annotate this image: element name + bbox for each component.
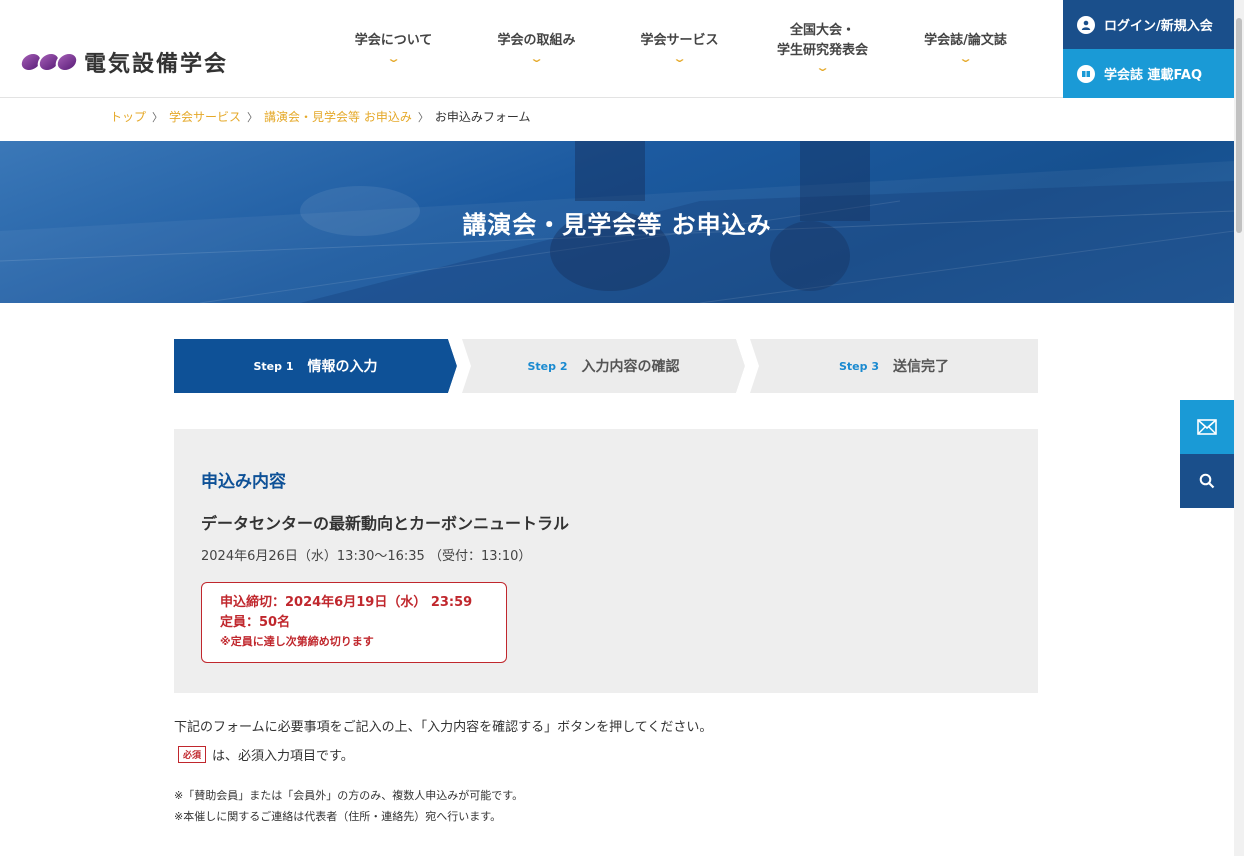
step-3: Step 3 送信完了 (750, 339, 1038, 393)
section-heading: 申込み内容 (201, 472, 286, 492)
step-label: 情報の入力 (307, 359, 378, 375)
event-title: データセンターの最新動向とカーボンニュートラル (201, 514, 570, 533)
nav-item-initiatives[interactable]: 学会の取組み ⌄ (465, 0, 608, 98)
step-number: Step 2 (527, 359, 568, 373)
chevron-down-icon: ⌄ (958, 51, 973, 65)
nav-item-journal[interactable]: 学会誌/論文誌 ⌄ (894, 0, 1037, 98)
hero-banner: 講演会・見学会等 お申込み (0, 141, 1234, 303)
nav-item-about[interactable]: 学会について ⌄ (322, 0, 465, 98)
chevron-right-icon: 〉 (247, 110, 259, 124)
chevron-down-icon: ⌄ (672, 51, 687, 65)
step-number: Step 3 (839, 359, 879, 373)
capacity-text: 定員：50名 (220, 615, 291, 630)
nav-item-label: 学会について (354, 33, 433, 48)
deadline-box: 申込締切：2024年6月19日（水） 23:59 定員：50名 ※定員に達し次第… (201, 582, 507, 663)
search-icon (1199, 473, 1215, 489)
step-label: 送信完了 (893, 359, 949, 375)
application-summary: 申込み内容 データセンターの最新動向とカーボンニュートラル 2024年6月26日… (174, 429, 1038, 693)
form-instructions: 下記のフォームに必要事項をご記入の上、「入力内容を確認する」ボタンを押してくださ… (174, 720, 713, 735)
faq-label: 学会誌 連載FAQ (1104, 68, 1203, 83)
nav-item-label-line2: 学生研究発表会 (776, 42, 868, 58)
breadcrumb-link-lectures[interactable]: 講演会・見学会等 お申込み (264, 108, 412, 125)
page-title: 講演会・見学会等 お申込み (462, 210, 772, 239)
deadline-text: 申込締切：2024年6月19日（水） 23:59 (220, 595, 473, 610)
faq-button[interactable]: 学会誌 連載FAQ (1063, 49, 1234, 98)
nav-item-label-line1: 全国大会・ (789, 23, 855, 39)
login-label: ログイン/新規入会 (1104, 19, 1213, 34)
book-icon (1077, 64, 1095, 83)
logo-mark-icon (17, 52, 81, 72)
scrollbar-thumb[interactable] (1236, 18, 1242, 233)
step-number: Step 1 (253, 359, 294, 373)
logo-text: 電気設備学会 (84, 52, 229, 77)
search-button[interactable] (1180, 454, 1234, 508)
nav-item-conference[interactable]: 全国大会・ 学生研究発表会 ⌄ (751, 0, 894, 98)
mail-icon (1197, 419, 1217, 435)
breadcrumb: トップ 〉 学会サービス 〉 講演会・見学会等 お申込み 〉 お申込みフォーム (110, 108, 531, 125)
page-scrollbar[interactable] (1234, 0, 1244, 856)
breadcrumb-link-services[interactable]: 学会サービス (169, 108, 241, 125)
main-nav: 学会について ⌄ 学会の取組み ⌄ 学会サービス ⌄ 全国大会・ 学生研究発表会… (322, 0, 1037, 98)
nav-item-label: 学会誌/論文誌 (924, 33, 1007, 48)
chevron-right-icon: 〉 (152, 110, 164, 124)
chevron-right-icon: 〉 (417, 110, 429, 124)
step-2: Step 2 入力内容の確認 (462, 339, 745, 393)
capacity-note: ※定員に達し次第締め切ります (220, 635, 374, 648)
note-contact: ※本催しに関するご連絡は代表者（住所・連絡先）宛へ行います。 (174, 810, 502, 823)
nav-item-services[interactable]: 学会サービス ⌄ (608, 0, 751, 98)
chevron-down-icon: ⌄ (815, 61, 830, 75)
progress-steps: Step 1 情報の入力 Step 2 入力内容の確認 Step 3 送信完了 (174, 339, 1038, 393)
note-multiple-applicants: ※「賛助会員」または「会員外」の方のみ、複数人申込みが可能です。 (174, 789, 524, 802)
nav-item-label: 学会の取組み (497, 33, 576, 48)
user-icon (1077, 15, 1095, 34)
step-label: 入力内容の確認 (581, 359, 680, 375)
step-1: Step 1 情報の入力 (174, 339, 457, 393)
required-badge: 必須 (178, 746, 207, 763)
required-legend-text: は、必須入力項目です。 (212, 749, 354, 764)
breadcrumb-current: お申込みフォーム (434, 110, 531, 124)
chevron-down-icon: ⌄ (529, 51, 544, 65)
event-date: 2024年6月26日（水）13:30〜16:35 （受付：13:10） (201, 549, 532, 564)
breadcrumb-link-top[interactable]: トップ (110, 108, 146, 125)
chevron-down-icon: ⌄ (386, 51, 401, 65)
login-button[interactable]: ログイン/新規入会 (1063, 0, 1234, 49)
site-logo[interactable]: 電気設備学会 (17, 46, 229, 78)
site-header: 電気設備学会 学会について ⌄ 学会の取組み ⌄ 学会サービス ⌄ 全国大会・ … (0, 0, 1234, 98)
nav-item-label: 学会サービス (640, 33, 719, 48)
required-legend: 必須 は、必須入力項目です。 (178, 745, 354, 764)
contact-mail-button[interactable] (1180, 400, 1234, 454)
